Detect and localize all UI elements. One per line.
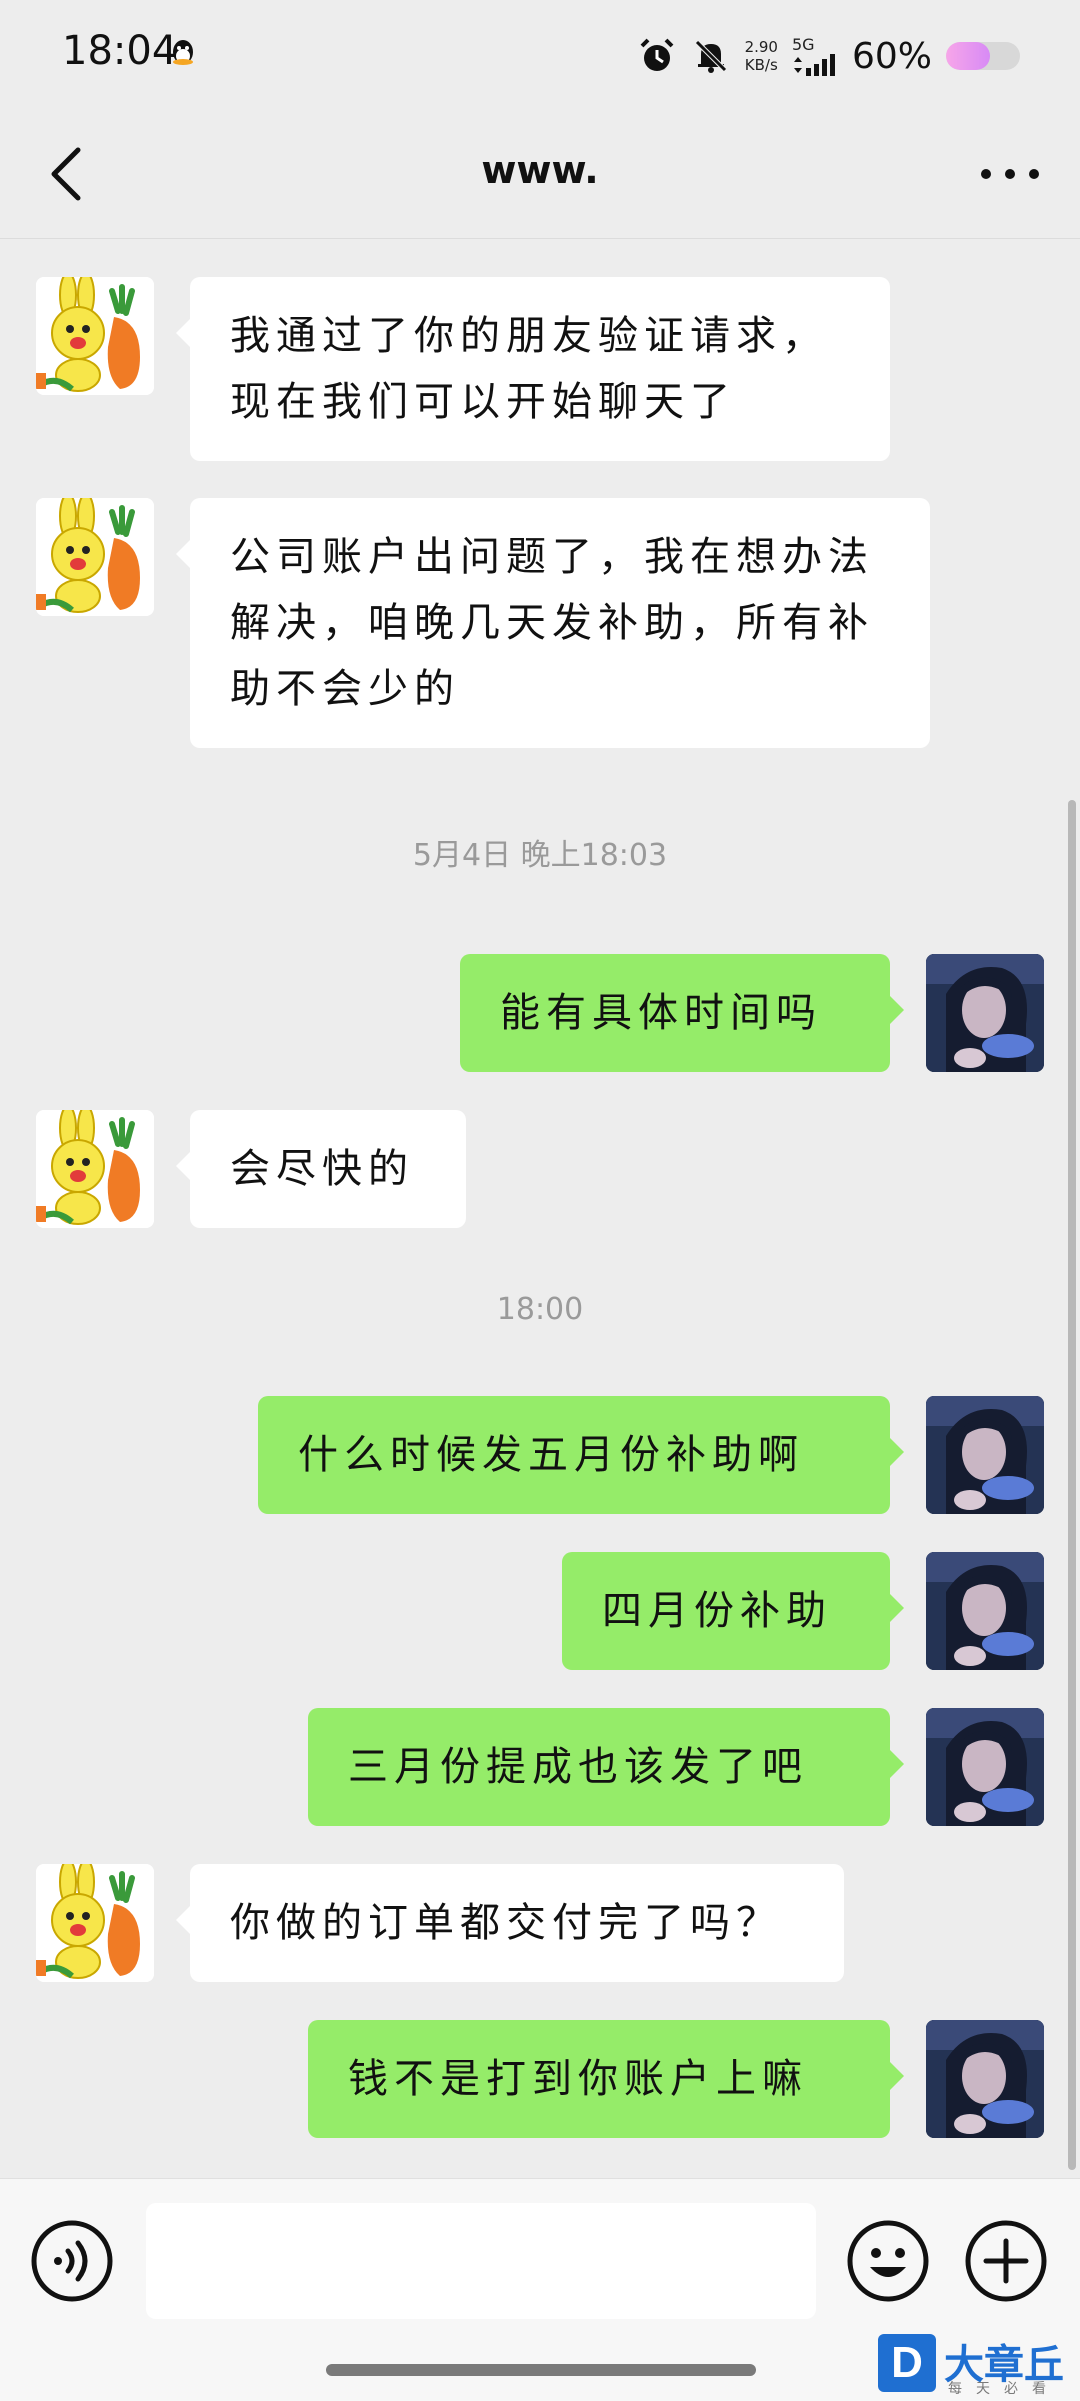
user-avatar-image [926, 2020, 1044, 2138]
chat-message-list[interactable]: 我通过了你的朋友验证请求，现在我们可以开始聊天了 公司账户出问题了，我在想办法解… [0, 240, 1080, 2175]
battery-level [946, 42, 991, 70]
user-avatar-image [926, 1708, 1044, 1826]
message-bubble[interactable]: 你做的订单都交付完了吗？ [176, 1864, 844, 1982]
contact-avatar[interactable] [36, 1110, 154, 1228]
more-button[interactable] [974, 148, 1046, 200]
status-bar: 18:04 2.90 KB/s 5G 60% [0, 0, 1080, 110]
my-avatar[interactable] [926, 1396, 1044, 1514]
net-speed-unit: KB/s [744, 56, 778, 74]
battery-percent: 60% [851, 35, 932, 77]
contact-avatar[interactable] [36, 1864, 154, 1982]
rabbit-avatar-image [36, 1110, 154, 1228]
message-bubble[interactable]: 能有具体时间吗 [460, 954, 904, 1072]
status-time: 18:04 [62, 28, 178, 74]
message-timestamp: 5月4日 晚上18:03 [412, 838, 668, 873]
emoji-icon[interactable] [846, 2219, 930, 2303]
user-avatar-image [926, 1396, 1044, 1514]
net-speed: 2.90 KB/s [745, 38, 778, 74]
contact-avatar[interactable] [36, 277, 154, 395]
more-dots-icon [981, 169, 1039, 179]
mute-bell-icon [694, 40, 727, 73]
message-bubble[interactable]: 会尽快的 [176, 1110, 466, 1228]
rabbit-avatar-image [36, 498, 154, 616]
signal-icon [793, 54, 835, 76]
message-bubble[interactable]: 公司账户出问题了，我在想办法解决，咱晚几天发补助，所有补助不会少的 [176, 498, 930, 748]
my-avatar[interactable] [926, 1552, 1044, 1670]
qq-icon [173, 40, 193, 65]
plus-icon[interactable] [964, 2219, 1048, 2303]
message-bubble[interactable]: 四月份补助 [562, 1552, 904, 1670]
network-indicator: 5G [792, 36, 838, 76]
message-bubble[interactable]: 三月份提成也该发了吧 [308, 1708, 904, 1826]
user-avatar-image [926, 1552, 1044, 1670]
chat-scrollbar[interactable] [1068, 800, 1076, 2170]
my-avatar[interactable] [926, 954, 1044, 1072]
user-avatar-image [926, 954, 1044, 1072]
chat-title: www. [481, 148, 599, 192]
contact-avatar[interactable] [36, 498, 154, 616]
network-type: 5G [791, 35, 815, 54]
message-input[interactable] [146, 2203, 816, 2319]
status-icons: 2.90 KB/s 5G 60% [637, 28, 1020, 84]
watermark: D 大章丘 每天必看 [878, 2334, 1078, 2398]
alarm-icon [640, 38, 673, 71]
voice-input-icon[interactable] [30, 2219, 114, 2303]
home-indicator[interactable] [326, 2364, 756, 2376]
my-avatar[interactable] [926, 2020, 1044, 2138]
watermark-logo: D [878, 2334, 936, 2392]
rabbit-avatar-image [36, 1864, 154, 1982]
chat-header: www. [0, 110, 1080, 239]
watermark-slogan: 每天必看 [948, 2381, 1060, 2397]
message-timestamp: 18:00 [496, 1292, 584, 1327]
battery-icon [946, 42, 1020, 70]
rabbit-avatar-image [36, 277, 154, 395]
net-speed-value: 2.90 [744, 38, 778, 56]
my-avatar[interactable] [926, 1708, 1044, 1826]
message-bubble[interactable]: 什么时候发五月份补助啊 [258, 1396, 904, 1514]
message-bubble[interactable]: 钱不是打到你账户上嘛 [308, 2020, 904, 2138]
message-bubble[interactable]: 我通过了你的朋友验证请求，现在我们可以开始聊天了 [176, 277, 890, 461]
